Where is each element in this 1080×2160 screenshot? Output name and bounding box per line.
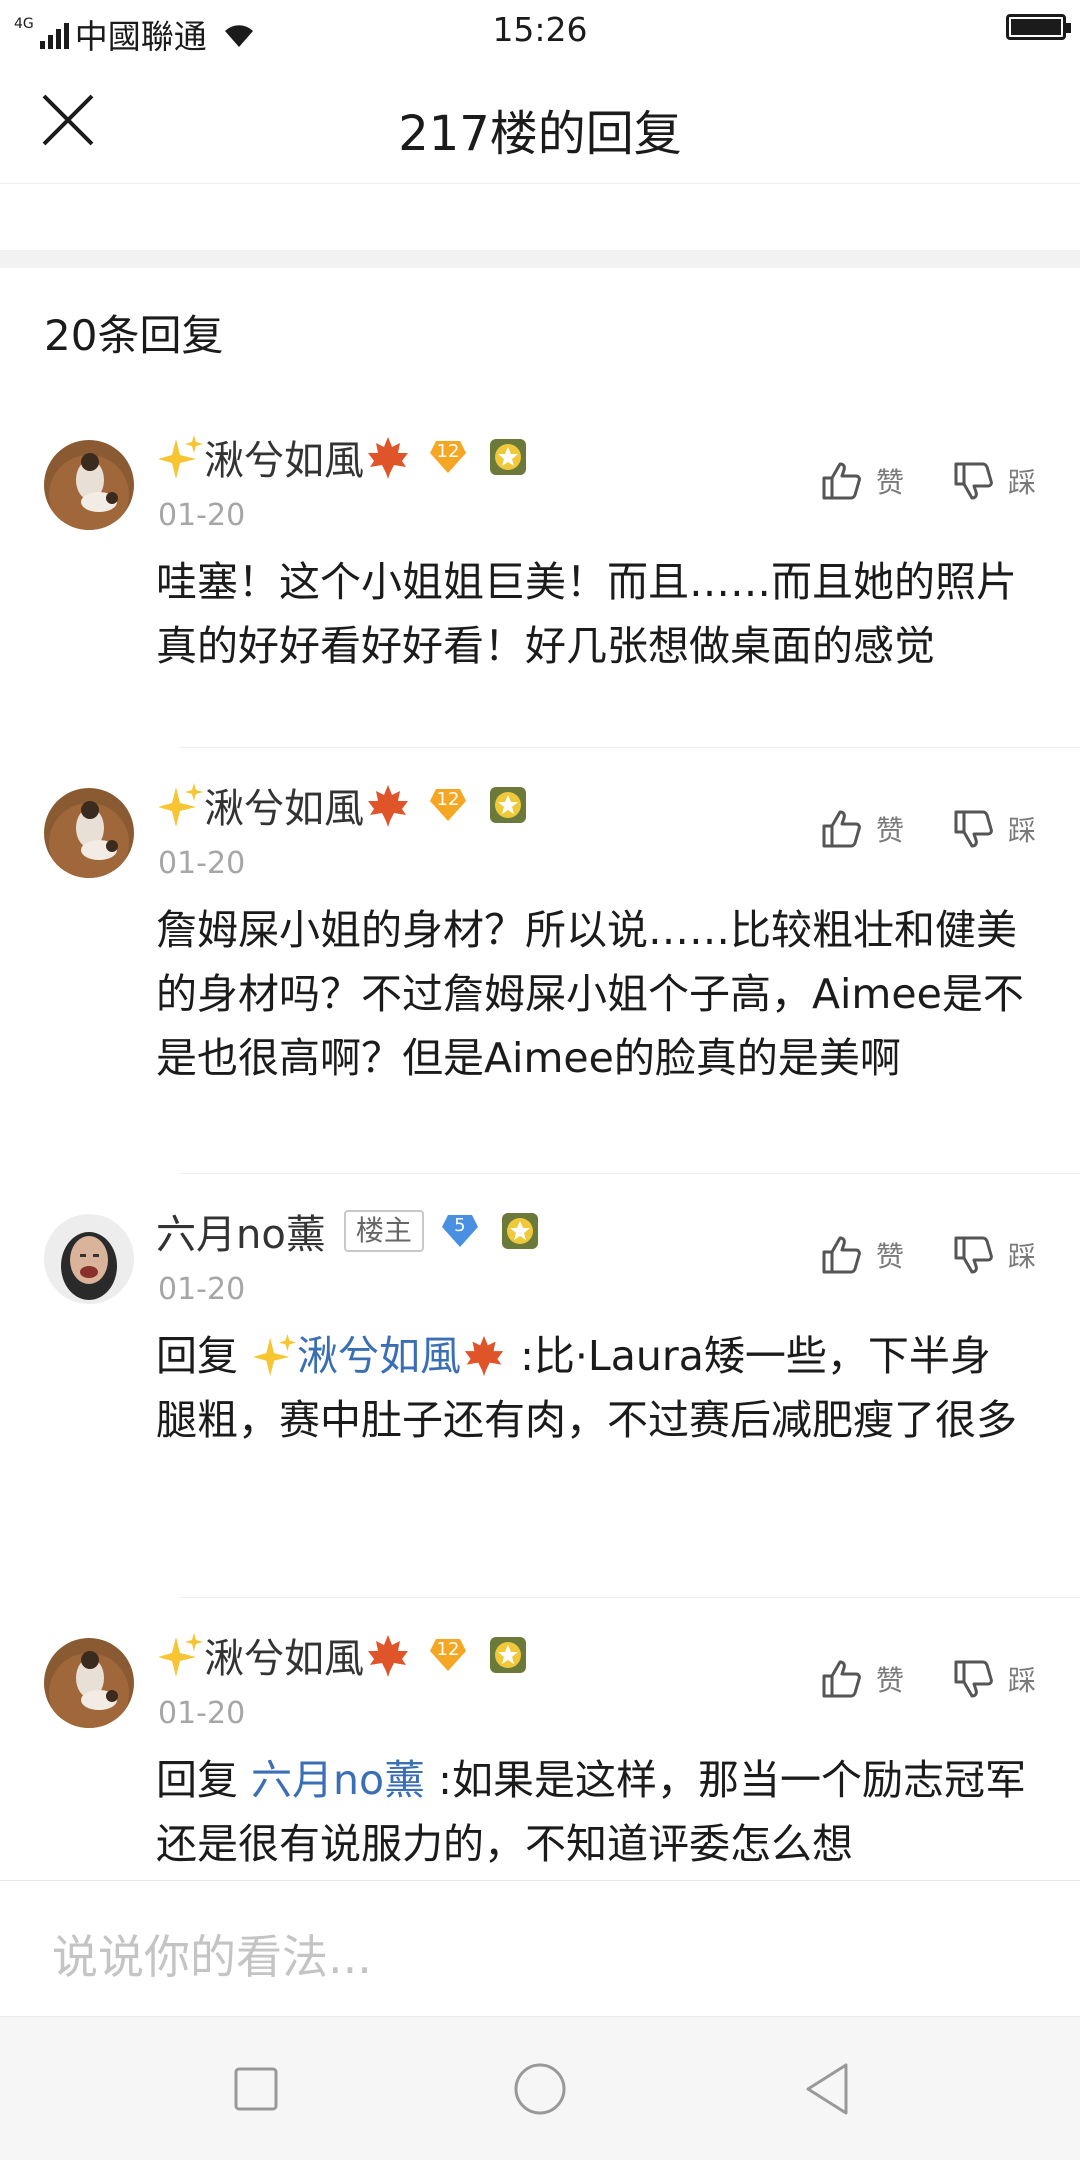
comment-text: 回复 湫兮如風 :比·Laura矮一些，下半身腿粗，赛中肚子还有肉，不过赛后减肥… — [156, 1332, 1017, 1444]
dislike-button[interactable]: 踩 — [952, 460, 1036, 502]
back-icon[interactable] — [796, 2057, 860, 2121]
reply-count: 20条回复 — [44, 311, 224, 360]
comment-input-bar[interactable]: 说说你的看法... — [0, 1880, 1080, 2016]
comment-item: 六月no薰 楼主 5 01-20 赞 踩 回复 湫兮如風:比·Laura矮一些… — [0, 1174, 1080, 1598]
avatar[interactable] — [44, 1214, 134, 1304]
sparkles-icon — [252, 1333, 297, 1377]
op-badge: 楼主 — [343, 1210, 424, 1252]
comment-date: 01-20 — [158, 1696, 246, 1731]
user-name[interactable]: 湫兮如風 — [204, 428, 364, 486]
dislike-button[interactable]: 踩 — [952, 808, 1036, 850]
page-title: 217楼的回复 — [398, 106, 682, 162]
maple-leaf-icon — [368, 785, 408, 827]
clock: 15:26 — [492, 10, 588, 49]
comment-text: 詹姆屎小姐的身材？所以说……比较粗壮和健美的身材吗？不过詹姆屎小姐个子高，Aim… — [156, 906, 1024, 1082]
dislike-button[interactable]: 踩 — [952, 1234, 1036, 1276]
medal-icon — [490, 439, 526, 475]
comment-text: 哇塞！这个小姐姐巨美！而且……而且她的照片真的好好看好好看！好几张想做桌面的感觉 — [156, 558, 1017, 670]
maple-leaf-icon — [368, 1635, 408, 1677]
mention-link[interactable]: 六月no薰 — [251, 1756, 425, 1804]
comment-text: 回复 六月no薰 :如果是这样，那当一个励志冠军还是很有说服力的，不知道评委怎么… — [156, 1756, 1026, 1868]
level-badge: 5 — [440, 1211, 480, 1251]
header: 217楼的回复 — [0, 56, 1080, 184]
medal-icon — [501, 1213, 538, 1249]
sparkles-icon — [158, 435, 203, 479]
dislike-button[interactable]: 踩 — [952, 1658, 1036, 1700]
maple-leaf-icon — [368, 437, 408, 479]
avatar[interactable] — [44, 1638, 134, 1728]
thumbs-up-icon — [822, 1236, 861, 1274]
mention-link[interactable]: 湫兮如風 — [297, 1332, 461, 1380]
avatar[interactable] — [44, 440, 134, 530]
battery-icon — [1006, 14, 1071, 40]
thumbs-down-icon — [954, 1660, 993, 1698]
status-bar: 4G 中國聯通 15:26 — [0, 0, 1080, 56]
sparkles-icon — [158, 1633, 203, 1677]
thumbs-up-icon — [822, 810, 861, 848]
like-button[interactable]: 赞 — [820, 808, 904, 850]
medal-icon — [490, 1637, 526, 1673]
thumbs-up-icon — [822, 462, 861, 500]
comment-item: 湫兮如風 12 01-20 赞 — [0, 1598, 1080, 1880]
comment-list: 湫兮如風 12 01-20 赞 踩 哇塞！这个小姐姐巨美！而且……而且她的照片真… — [0, 400, 1080, 1880]
thumbs-down-icon — [954, 462, 993, 500]
avatar[interactable] — [44, 788, 134, 878]
comment-item: 湫兮如風 12 01-20 赞 — [0, 400, 1080, 748]
thumbs-down-icon — [954, 810, 993, 848]
system-nav-bar — [0, 2016, 1080, 2160]
user-name[interactable]: 湫兮如風 — [204, 776, 364, 834]
thumbs-down-icon — [954, 1236, 993, 1274]
comment-date: 01-20 — [158, 1272, 246, 1307]
medal-icon — [490, 787, 526, 823]
level-badge: 12 — [428, 785, 468, 825]
maple-leaf-icon — [464, 1335, 504, 1377]
like-button[interactable]: 赞 — [820, 1234, 904, 1276]
like-button[interactable]: 赞 — [820, 460, 904, 502]
like-button[interactable]: 赞 — [820, 1658, 904, 1700]
thumbs-up-icon — [822, 1660, 861, 1698]
user-name[interactable]: 六月no薰 — [156, 1202, 326, 1260]
comment-item: 湫兮如風 12 01-20 赞 — [0, 748, 1080, 1174]
level-badge: 12 — [428, 1635, 468, 1675]
user-name[interactable]: 湫兮如風 — [204, 1626, 364, 1684]
comment-input[interactable]: 说说你的看法... — [52, 1921, 372, 1987]
section-divider — [0, 250, 1080, 268]
comment-date: 01-20 — [158, 498, 246, 533]
level-badge: 12 — [428, 437, 468, 477]
home-icon[interactable] — [508, 2057, 572, 2121]
sparkles-icon — [158, 783, 203, 827]
recent-apps-icon[interactable] — [224, 2057, 288, 2121]
comment-date: 01-20 — [158, 846, 246, 881]
